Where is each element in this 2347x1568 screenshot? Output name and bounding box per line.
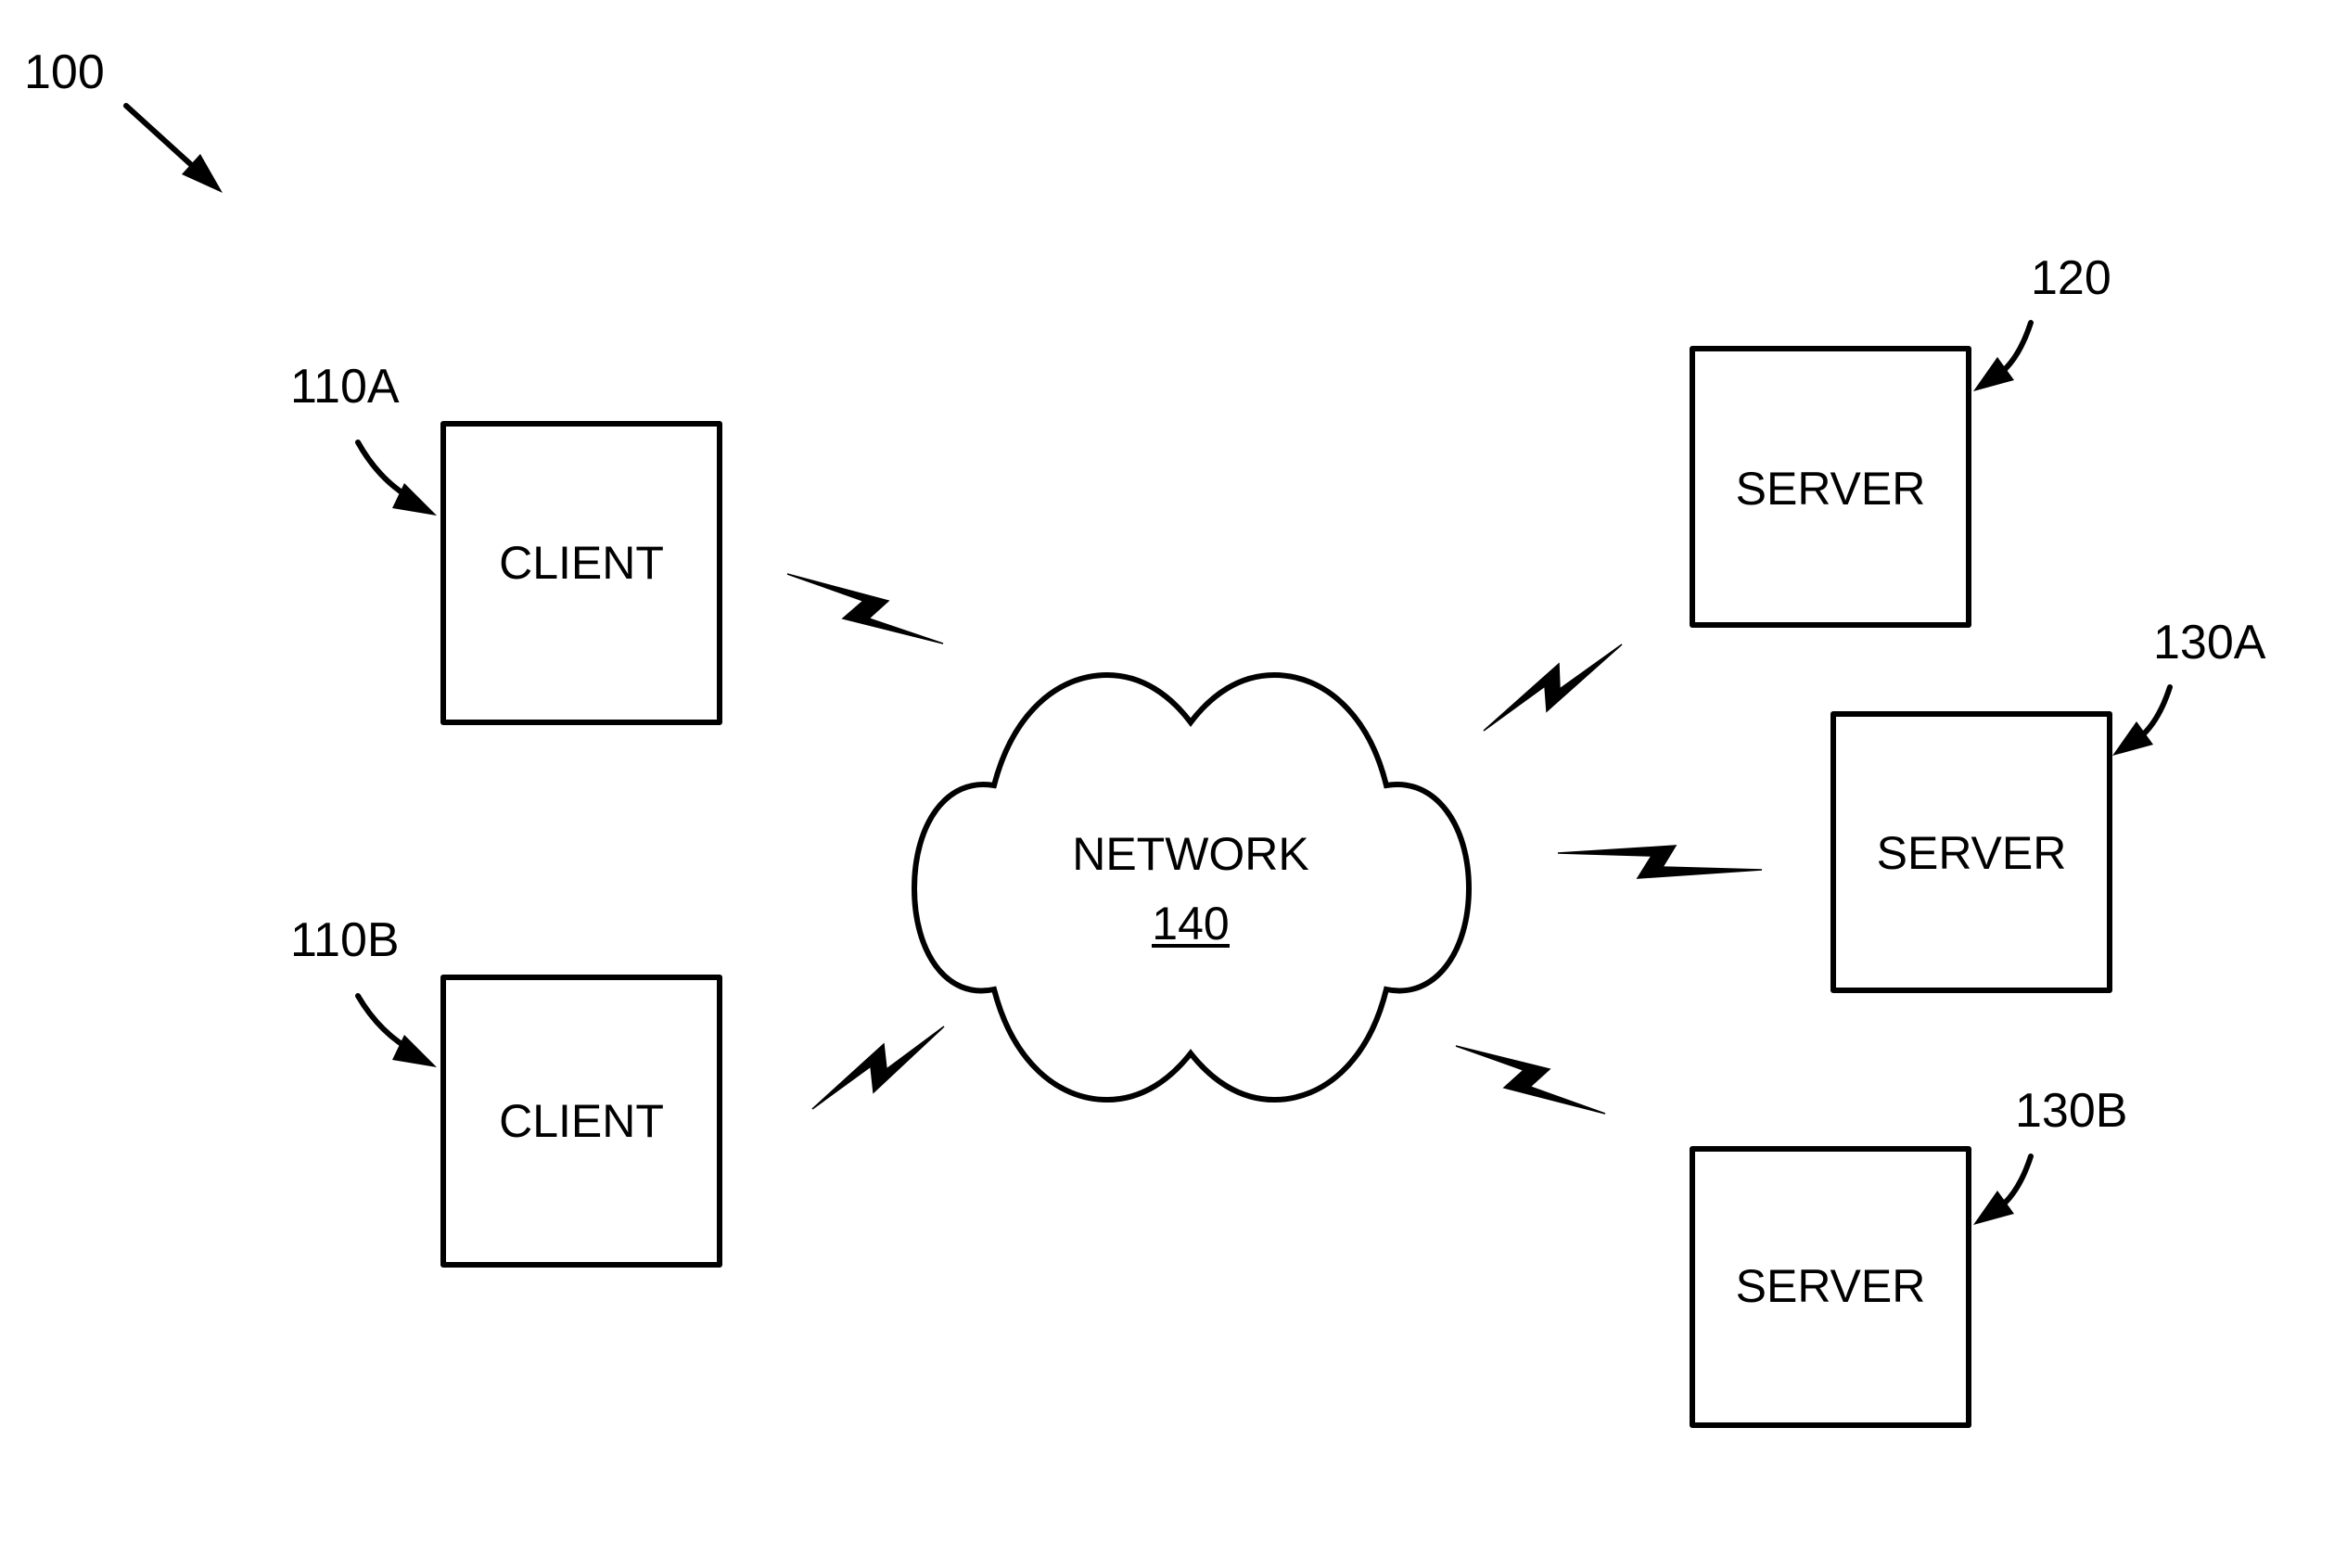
server-label: SERVER xyxy=(1736,1260,1926,1312)
server-label: SERVER xyxy=(1877,827,2067,879)
leader-line xyxy=(2137,684,2173,740)
figure-reference-label: 100 xyxy=(24,45,105,99)
server-ref-label: 130B xyxy=(2015,1084,2127,1138)
wireless-link-icon xyxy=(1557,845,1763,879)
network-label: NETWORK xyxy=(1072,828,1309,880)
client-ref-label: 110B xyxy=(290,913,400,967)
client-label: CLIENT xyxy=(499,1095,664,1147)
wireless-link-icon xyxy=(1455,1045,1606,1115)
leader-line xyxy=(1998,320,2034,376)
wireless-link-icon xyxy=(1483,644,1623,732)
server-label: SERVER xyxy=(1736,463,1926,515)
server-node-130b: 130B SERVER xyxy=(1690,1084,2127,1428)
server-ref-label: 130A xyxy=(2153,616,2266,669)
client-label: CLIENT xyxy=(499,537,664,589)
figure-reference-arrow xyxy=(123,103,223,193)
client-node-110b: 110B CLIENT xyxy=(290,913,722,1268)
server-ref-label: 120 xyxy=(2031,251,2111,305)
leader-line xyxy=(1998,1154,2034,1209)
cloud-icon xyxy=(911,671,1473,1103)
wireless-link-icon xyxy=(786,573,944,644)
server-node-130a: 130A SERVER xyxy=(1830,616,2266,993)
system-diagram: 100 110A CLIENT 110B CLIENT 120 SERVER 1… xyxy=(24,45,2266,1428)
client-ref-label: 110A xyxy=(290,360,400,414)
client-node-110a: 110A CLIENT xyxy=(290,360,722,725)
network-ref-label: 140 xyxy=(1152,898,1229,950)
network-cloud-140: NETWORK 140 xyxy=(911,671,1473,1103)
server-node-120: 120 SERVER xyxy=(1690,251,2111,628)
wireless-link-icon xyxy=(811,1026,945,1110)
